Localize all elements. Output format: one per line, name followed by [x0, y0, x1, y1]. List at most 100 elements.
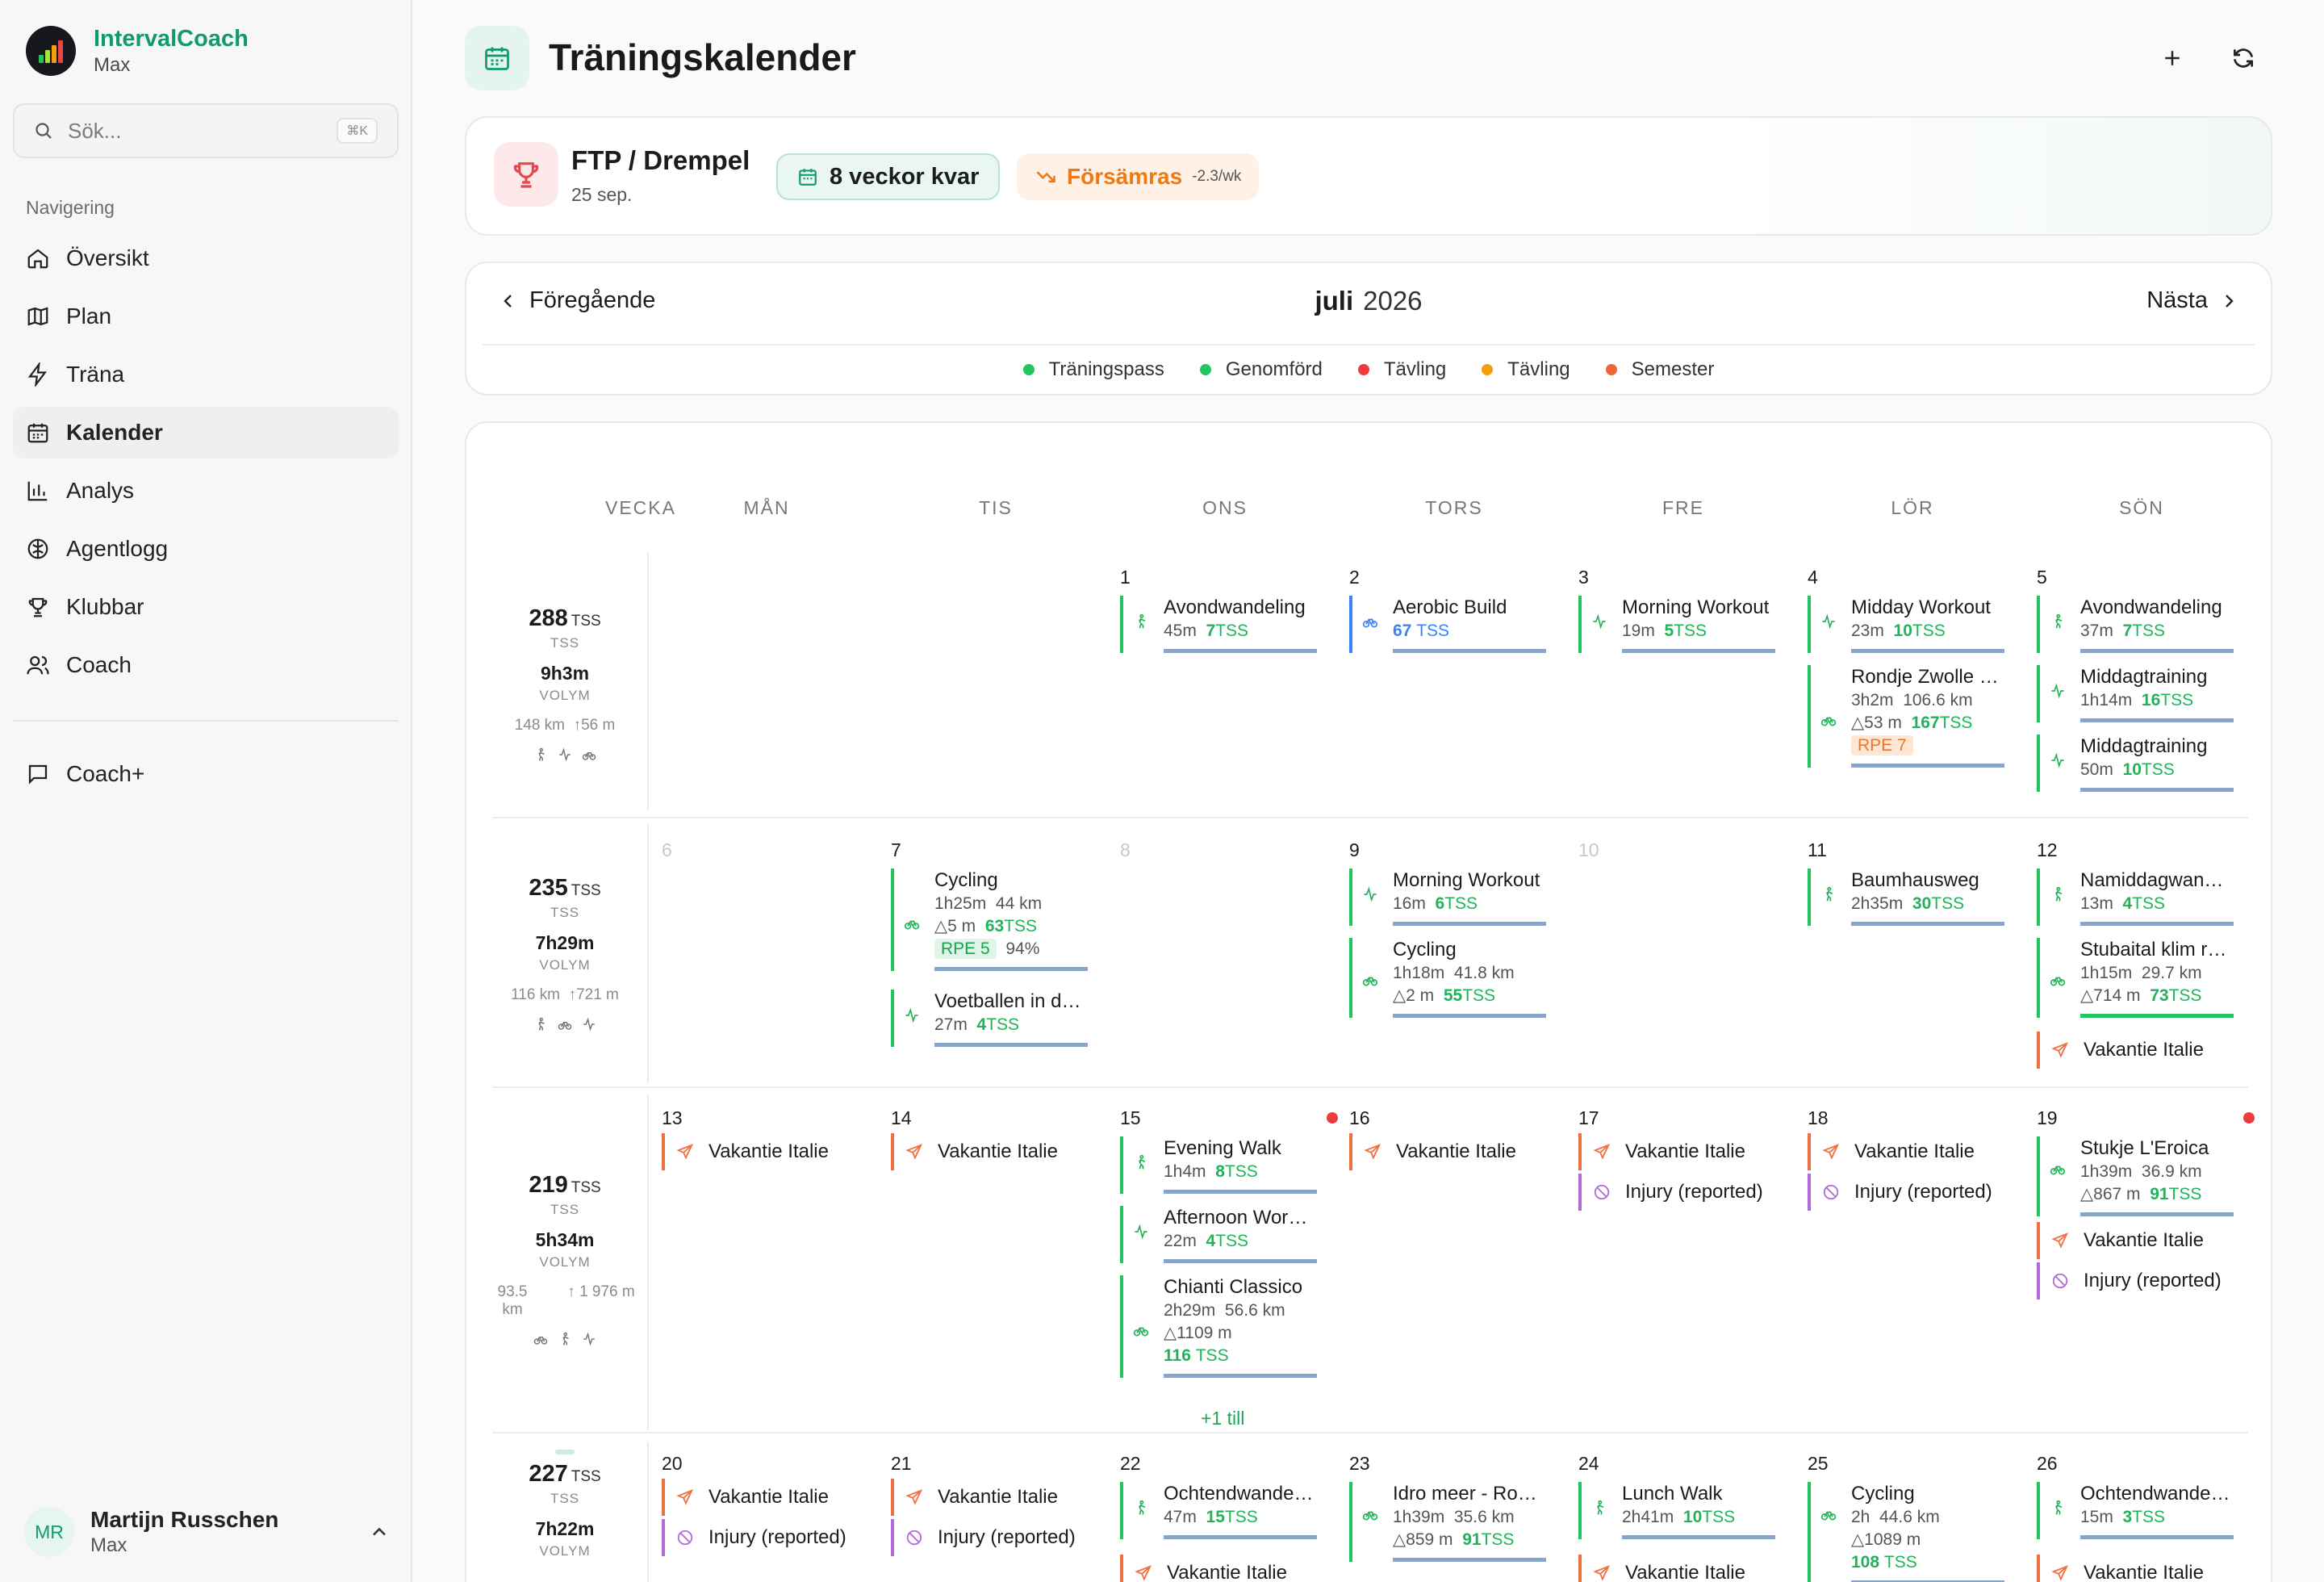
activity[interactable]: Rondje Zwolle en omgeving 3h2m 106.6 km … [1808, 665, 2004, 768]
planned-workout[interactable]: Aerobic Build 67 TSS [1349, 596, 1546, 653]
day-cell[interactable]: 23 Idro meer - Rondje 1h39m 35.6 km △859… [1349, 1453, 1578, 1582]
day-cell[interactable]: 15 Evening Walk 1h4m 8TSS Afternoon Work… [1120, 1107, 1349, 1430]
day-cell[interactable]: 7 Cycling 1h25m 44 km △5 m 63TSS RPE 5 9… [891, 839, 1120, 1082]
day-cell[interactable]: 6 [662, 839, 891, 1082]
week-summary[interactable]: 235 TSS TSS 7h29m VOLYM 116 km ↑721 m [484, 875, 646, 1032]
day-cell[interactable]: 16 Vakantie Italie [1349, 1107, 1578, 1430]
add-button[interactable] [2153, 39, 2192, 77]
vacation-event[interactable]: Vakantie Italie [1349, 1133, 1546, 1170]
nav-item-analys[interactable]: Analys [13, 465, 399, 517]
day-cell[interactable]: 9 Morning Workout 16m 6TSS Cycling 1h18m… [1349, 839, 1578, 1082]
nav-item-agentlogg[interactable]: Agentlogg [13, 523, 399, 575]
search-box[interactable]: ⌘K [13, 103, 399, 158]
nav-item-klubbar[interactable]: Klubbar [13, 581, 399, 633]
next-month-button[interactable]: Nästa [2146, 287, 2238, 314]
activity[interactable]: Cycling 1h25m 44 km △5 m 63TSS RPE 5 94% [891, 868, 1088, 971]
day-cell[interactable]: 17 Vakantie Italie Injury (reported) [1578, 1107, 1808, 1430]
activity[interactable]: Middagtraining 1h14m 16TSS [2037, 665, 2234, 722]
event-label: Vakantie Italie [938, 1140, 1058, 1162]
vacation-event[interactable]: Vakantie Italie [662, 1479, 859, 1516]
activity[interactable]: Avondwandeling 45m 7TSS [1120, 596, 1317, 653]
activity[interactable]: Midday Workout 23m 10TSS [1808, 596, 2004, 653]
nav-item-kalender[interactable]: Kalender [13, 407, 399, 458]
day-cell[interactable]: 24 Lunch Walk 2h41m 10TSS Vakantie Itali… [1578, 1453, 1808, 1582]
refresh-button[interactable] [2224, 39, 2263, 77]
vacation-event[interactable]: Vakantie Italie [891, 1133, 1088, 1170]
injury-event[interactable]: Injury (reported) [891, 1519, 1088, 1556]
day-cell[interactable]: 1 Avondwandeling 45m 7TSS [1120, 567, 1349, 809]
activity-body: Cycling 2h 44.6 km △1089 m 108 TSS [1851, 1482, 2004, 1582]
day-cell[interactable]: 4 Midday Workout 23m 10TSS Rondje Zwolle… [1808, 567, 2037, 809]
activity[interactable]: Morning Workout 16m 6TSS [1349, 868, 1546, 926]
nav-item-coach[interactable]: Coach [13, 639, 399, 691]
nav-item-coach-plus[interactable]: Coach+ [13, 748, 399, 800]
vacation-event[interactable]: Vakantie Italie [1578, 1555, 1775, 1582]
day-cell[interactable]: 18 Vakantie Italie Injury (reported) [1808, 1107, 2037, 1430]
week-summary[interactable]: 288 TSS TSS 9h3m VOLYM 148 km ↑56 m [484, 605, 646, 762]
vacation-event[interactable]: Vakantie Italie [1808, 1133, 2004, 1170]
day-cell[interactable]: 13 Vakantie Italie [662, 1107, 891, 1430]
day-cell[interactable]: 20 Vakantie Italie Injury (reported) [662, 1453, 891, 1582]
activity[interactable]: Morning Workout 19m 5TSS [1578, 596, 1775, 653]
week-tss-label: TSS [550, 905, 580, 920]
week-summary[interactable]: 227 TSS TSS 7h22m VOLYM [484, 1450, 646, 1559]
activity[interactable]: Stubaital klim rondje 1h15m 29.7 km △714… [2037, 938, 2234, 1018]
day-number: 3 [1578, 567, 1589, 588]
injury-event[interactable]: Injury (reported) [662, 1519, 859, 1556]
day-cell[interactable]: 10 [1578, 839, 1808, 1082]
activity[interactable]: Voetballen in de tuin 27m 4TSS [891, 990, 1088, 1047]
vacation-event[interactable]: Vakantie Italie [2037, 1555, 2234, 1582]
chevron-up-icon[interactable] [368, 1521, 391, 1543]
day-cell[interactable]: 3 Morning Workout 19m 5TSS [1578, 567, 1808, 809]
vacation-event[interactable]: Vakantie Italie [891, 1479, 1088, 1516]
activity[interactable]: Cycling 2h 44.6 km △1089 m 108 TSS [1808, 1482, 2004, 1582]
vacation-event[interactable]: Vakantie Italie [1578, 1133, 1775, 1170]
activity[interactable]: Middagtraining 50m 10TSS [2037, 734, 2234, 792]
day-cell[interactable]: 14 Vakantie Italie [891, 1107, 1120, 1430]
day-cell[interactable]: 5 Avondwandeling 37m 7TSS Middagtraining… [2037, 567, 2266, 809]
day-cell[interactable]: 22 Ochtendwandeling 47m 15TSS Vakantie I… [1120, 1453, 1349, 1582]
activity[interactable]: Namiddagwandeling 13m 4TSS [2037, 868, 2234, 926]
day-cell[interactable]: 11 Baumhausweg 2h35m 30TSS [1808, 839, 2037, 1082]
activity[interactable]: Lunch Walk 2h41m 10TSS [1578, 1482, 1775, 1539]
vacation-event[interactable]: Vakantie Italie [2037, 1222, 2234, 1259]
nav-item-oversikt[interactable]: Översikt [13, 232, 399, 284]
day-cell[interactable]: 26 Ochtendwandeling 15m 3TSS Vakantie It… [2037, 1453, 2266, 1582]
activity[interactable]: Stukje L'Eroica 1h39m 36.9 km △867 m 91T… [2037, 1136, 2234, 1216]
week-divider [492, 817, 2248, 818]
activity-title: Stukje L'Eroica [2080, 1137, 2209, 1159]
plane-icon [2051, 1565, 2069, 1581]
activity[interactable]: Afternoon Workout 22m 4TSS [1120, 1206, 1317, 1263]
day-cell[interactable]: 19 Stukje L'Eroica 1h39m 36.9 km △867 m … [2037, 1107, 2266, 1430]
show-more-link[interactable]: +1 till [1201, 1408, 1244, 1429]
ban-icon [906, 1530, 922, 1546]
vacation-event[interactable]: Vakantie Italie [662, 1133, 859, 1170]
week-progress-bar [555, 1450, 575, 1454]
injury-event[interactable]: Injury (reported) [2037, 1262, 2234, 1300]
brand[interactable]: IntervalCoach Max [26, 24, 249, 77]
activity[interactable]: Ochtendwandeling 47m 15TSS [1120, 1482, 1317, 1539]
plane-icon [905, 1144, 923, 1160]
injury-event[interactable]: Injury (reported) [1578, 1174, 1775, 1211]
search-input[interactable] [68, 118, 326, 144]
week-summary[interactable]: 219 TSS TSS 5h34m VOLYM 93.5 km ↑ 1 976 m [484, 1172, 646, 1346]
vacation-event[interactable]: Vakantie Italie [1120, 1555, 1317, 1582]
day-cell[interactable]: 12 Namiddagwandeling 13m 4TSS Stubaital … [2037, 839, 2266, 1082]
activity[interactable]: Avondwandeling 37m 7TSS [2037, 596, 2234, 653]
activity[interactable]: Cycling 1h18m 41.8 km △2 m 55TSS [1349, 938, 1546, 1018]
nav-item-plan[interactable]: Plan [13, 291, 399, 342]
injury-event[interactable]: Injury (reported) [1808, 1174, 2004, 1211]
day-cell[interactable]: 2 Aerobic Build 67 TSS [1349, 567, 1578, 809]
activity[interactable]: Ochtendwandeling 15m 3TSS [2037, 1482, 2234, 1539]
activity[interactable]: Evening Walk 1h4m 8TSS [1120, 1136, 1317, 1194]
bike-icon [533, 1337, 548, 1345]
nav-item-trana[interactable]: Träna [13, 349, 399, 400]
activity[interactable]: Idro meer - Rondje 1h39m 35.6 km △859 m … [1349, 1482, 1546, 1562]
activity[interactable]: Chianti Classico 2h29m 56.6 km △1109 m 1… [1120, 1275, 1317, 1378]
day-cell[interactable]: 8 [1120, 839, 1349, 1082]
day-cell[interactable]: 21 Vakantie Italie Injury (reported) [891, 1453, 1120, 1582]
activity[interactable]: Baumhausweg 2h35m 30TSS [1808, 868, 2004, 926]
vacation-event[interactable]: Vakantie Italie [2037, 1032, 2234, 1069]
day-cell[interactable]: 25 Cycling 2h 44.6 km △1089 m 108 TSS [1808, 1453, 2037, 1582]
user-menu[interactable]: MR Martijn Russchen Max [24, 1503, 391, 1561]
